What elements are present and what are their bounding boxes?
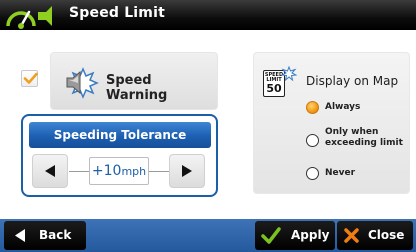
- apply-button[interactable]: Apply: [255, 221, 335, 250]
- radio-never[interactable]: [306, 167, 319, 180]
- radio-always[interactable]: [306, 101, 319, 114]
- speedometer-logo: [6, 6, 52, 29]
- close-button[interactable]: Close: [337, 221, 413, 250]
- back-arrow-icon: [15, 229, 25, 242]
- decrease-tolerance-button[interactable]: [32, 154, 68, 188]
- option-always-label: Always: [325, 102, 361, 112]
- tolerance-unit: mph: [121, 165, 147, 178]
- increase-tolerance-button[interactable]: [169, 154, 205, 188]
- speed-warning-button[interactable]: Speed Warning: [50, 52, 218, 110]
- checkmark-icon: [23, 72, 38, 84]
- speed-warning-checkbox[interactable]: [21, 70, 38, 87]
- close-label: Close: [368, 228, 405, 242]
- stepper-line-right: [149, 171, 169, 172]
- back-label: Back: [39, 228, 72, 242]
- apply-label: Apply: [291, 228, 330, 242]
- radio-only-when-exceeding[interactable]: [306, 134, 319, 147]
- option-exceeding-line2: exceeding limit: [325, 138, 403, 148]
- option-exceeding-label: Only when exceeding limit: [325, 127, 403, 149]
- display-on-map-panel: SPEED LIMIT 50 Display on Map Always Onl…: [253, 52, 410, 194]
- speaker-alert-icon: [66, 67, 99, 99]
- title-bar: Speed Limit: [0, 0, 416, 30]
- option-exceeding-line1: Only when: [325, 127, 379, 137]
- triangle-right-icon: [182, 165, 192, 177]
- sign-value-text: 50: [266, 82, 282, 95]
- stepper-line-left: [69, 171, 89, 172]
- triangle-left-icon: [45, 165, 55, 177]
- speeding-tolerance-panel: Speeding Tolerance +10mph: [21, 114, 218, 197]
- speed-limit-screen: Speed Limit Speed Warning Speeding Toler…: [0, 0, 416, 252]
- alert-burst-icon: [281, 66, 297, 82]
- tolerance-value: +10: [91, 163, 122, 179]
- speeding-tolerance-title: Speeding Tolerance: [29, 122, 211, 148]
- option-never-label: Never: [325, 168, 356, 178]
- close-x-icon: [344, 228, 359, 243]
- tolerance-value-display: +10mph: [89, 157, 149, 185]
- page-title: Speed Limit: [69, 5, 165, 21]
- back-button[interactable]: Back: [4, 221, 86, 250]
- speed-warning-label: Speed Warning: [106, 73, 168, 103]
- checkmark-icon: [261, 227, 281, 244]
- display-on-map-title: Display on Map: [306, 74, 399, 88]
